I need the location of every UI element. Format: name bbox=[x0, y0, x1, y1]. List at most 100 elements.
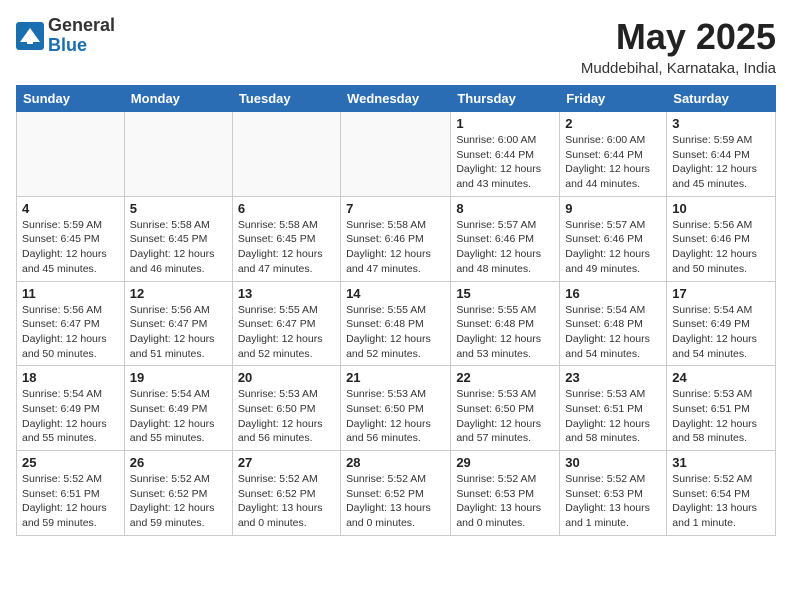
day-number: 23 bbox=[565, 370, 661, 385]
calendar-cell: 27 Sunrise: 5:52 AM Sunset: 6:52 PM Dayli… bbox=[232, 451, 340, 536]
calendar-cell: 16Sunrise: 5:54 AM Sunset: 6:48 PM Dayli… bbox=[560, 281, 667, 366]
day-info: Sunrise: 5:52 AM Sunset: 6:54 PM Dayligh… bbox=[672, 472, 770, 531]
day-info: Sunrise: 5:53 AM Sunset: 6:51 PM Dayligh… bbox=[565, 387, 661, 446]
week-row-1: 1Sunrise: 6:00 AM Sunset: 6:44 PM Daylig… bbox=[17, 112, 776, 197]
day-info: Sunrise: 5:53 AM Sunset: 6:50 PM Dayligh… bbox=[346, 387, 445, 446]
day-info: Sunrise: 5:57 AM Sunset: 6:46 PM Dayligh… bbox=[565, 218, 661, 277]
header-cell-sunday: Sunday bbox=[17, 86, 125, 112]
calendar-cell: 11 Sunrise: 5:56 AM Sunset: 6:47 PM Dayli… bbox=[17, 281, 125, 366]
day-number: 16 bbox=[565, 286, 661, 301]
day-info: Sunrise: 5:52 AM Sunset: 6:52 PM Dayligh… bbox=[130, 472, 227, 531]
day-info: Sunrise: 5:54 AM Sunset: 6:49 PM Dayligh… bbox=[130, 387, 227, 446]
header-cell-saturday: Saturday bbox=[667, 86, 776, 112]
calendar-cell: 23 Sunrise: 5:53 AM Sunset: 6:51 PM Dayli… bbox=[560, 366, 667, 451]
day-info: Sunrise: 6:00 AM Sunset: 6:44 PM Dayligh… bbox=[456, 133, 554, 192]
day-number: 21 bbox=[346, 370, 445, 385]
day-number: 12 bbox=[130, 286, 227, 301]
day-info: Sunrise: 5:54 AM Sunset: 6:49 PM Dayligh… bbox=[22, 387, 119, 446]
week-row-4: 18 Sunrise: 5:54 AM Sunset: 6:49 PM Dayli… bbox=[17, 366, 776, 451]
calendar-cell: 4Sunrise: 5:59 AM Sunset: 6:45 PM Daylig… bbox=[17, 196, 125, 281]
calendar-cell: 24Sunrise: 5:53 AM Sunset: 6:51 PM Dayli… bbox=[667, 366, 776, 451]
calendar-cell: 17 Sunrise: 5:54 AM Sunset: 6:49 PM Dayli… bbox=[667, 281, 776, 366]
calendar-cell: 9 Sunrise: 5:57 AM Sunset: 6:46 PM Daylig… bbox=[560, 196, 667, 281]
day-info: Sunrise: 5:55 AM Sunset: 6:48 PM Dayligh… bbox=[456, 303, 554, 362]
day-number: 19 bbox=[130, 370, 227, 385]
day-number: 31 bbox=[672, 455, 770, 470]
location: Muddebihal, Karnataka, India bbox=[581, 60, 776, 77]
day-number: 27 bbox=[238, 455, 335, 470]
header: General Blue May 2025 Muddebihal, Karnat… bbox=[16, 16, 776, 77]
day-number: 8 bbox=[456, 201, 554, 216]
day-info: Sunrise: 5:57 AM Sunset: 6:46 PM Dayligh… bbox=[456, 218, 554, 277]
logo-blue: Blue bbox=[48, 36, 115, 56]
day-info: Sunrise: 5:56 AM Sunset: 6:47 PM Dayligh… bbox=[22, 303, 119, 362]
calendar-cell: 1Sunrise: 6:00 AM Sunset: 6:44 PM Daylig… bbox=[451, 112, 560, 197]
calendar-body: 1Sunrise: 6:00 AM Sunset: 6:44 PM Daylig… bbox=[17, 112, 776, 536]
calendar-cell: 20 Sunrise: 5:53 AM Sunset: 6:50 PM Dayli… bbox=[232, 366, 340, 451]
week-row-5: 25 Sunrise: 5:52 AM Sunset: 6:51 PM Dayli… bbox=[17, 451, 776, 536]
logo-icon bbox=[16, 22, 44, 50]
calendar-cell: 28Sunrise: 5:52 AM Sunset: 6:52 PM Dayli… bbox=[341, 451, 451, 536]
day-info: Sunrise: 5:56 AM Sunset: 6:47 PM Dayligh… bbox=[130, 303, 227, 362]
day-info: Sunrise: 5:52 AM Sunset: 6:51 PM Dayligh… bbox=[22, 472, 119, 531]
calendar-header: SundayMondayTuesdayWednesdayThursdayFrid… bbox=[17, 86, 776, 112]
day-info: Sunrise: 5:52 AM Sunset: 6:53 PM Dayligh… bbox=[456, 472, 554, 531]
day-info: Sunrise: 5:53 AM Sunset: 6:51 PM Dayligh… bbox=[672, 387, 770, 446]
calendar-cell: 19 Sunrise: 5:54 AM Sunset: 6:49 PM Dayli… bbox=[124, 366, 232, 451]
day-info: Sunrise: 5:56 AM Sunset: 6:46 PM Dayligh… bbox=[672, 218, 770, 277]
day-info: Sunrise: 5:58 AM Sunset: 6:45 PM Dayligh… bbox=[238, 218, 335, 277]
day-number: 9 bbox=[565, 201, 661, 216]
calendar-cell: 13 Sunrise: 5:55 AM Sunset: 6:47 PM Dayli… bbox=[232, 281, 340, 366]
calendar-cell: 7Sunrise: 5:58 AM Sunset: 6:46 PM Daylig… bbox=[341, 196, 451, 281]
calendar-cell bbox=[124, 112, 232, 197]
calendar-cell: 22Sunrise: 5:53 AM Sunset: 6:50 PM Dayli… bbox=[451, 366, 560, 451]
day-info: Sunrise: 5:59 AM Sunset: 6:44 PM Dayligh… bbox=[672, 133, 770, 192]
day-number: 4 bbox=[22, 201, 119, 216]
day-number: 30 bbox=[565, 455, 661, 470]
header-row: SundayMondayTuesdayWednesdayThursdayFrid… bbox=[17, 86, 776, 112]
calendar-cell: 29 Sunrise: 5:52 AM Sunset: 6:53 PM Dayli… bbox=[451, 451, 560, 536]
calendar-cell: 25 Sunrise: 5:52 AM Sunset: 6:51 PM Dayli… bbox=[17, 451, 125, 536]
calendar-cell: 21 Sunrise: 5:53 AM Sunset: 6:50 PM Dayli… bbox=[341, 366, 451, 451]
day-number: 3 bbox=[672, 116, 770, 131]
calendar-cell bbox=[341, 112, 451, 197]
day-info: Sunrise: 5:55 AM Sunset: 6:47 PM Dayligh… bbox=[238, 303, 335, 362]
calendar: SundayMondayTuesdayWednesdayThursdayFrid… bbox=[16, 85, 776, 536]
day-number: 26 bbox=[130, 455, 227, 470]
calendar-cell: 30Sunrise: 5:52 AM Sunset: 6:53 PM Dayli… bbox=[560, 451, 667, 536]
calendar-cell bbox=[232, 112, 340, 197]
day-number: 11 bbox=[22, 286, 119, 301]
calendar-cell: 2Sunrise: 6:00 AM Sunset: 6:44 PM Daylig… bbox=[560, 112, 667, 197]
day-number: 15 bbox=[456, 286, 554, 301]
day-number: 25 bbox=[22, 455, 119, 470]
day-info: Sunrise: 5:58 AM Sunset: 6:45 PM Dayligh… bbox=[130, 218, 227, 277]
day-number: 13 bbox=[238, 286, 335, 301]
logo-text: General Blue bbox=[48, 16, 115, 56]
calendar-cell: 10 Sunrise: 5:56 AM Sunset: 6:46 PM Dayli… bbox=[667, 196, 776, 281]
header-cell-thursday: Thursday bbox=[451, 86, 560, 112]
calendar-cell: 3 Sunrise: 5:59 AM Sunset: 6:44 PM Daylig… bbox=[667, 112, 776, 197]
day-number: 29 bbox=[456, 455, 554, 470]
logo-general: General bbox=[48, 16, 115, 36]
day-number: 17 bbox=[672, 286, 770, 301]
calendar-cell: 31 Sunrise: 5:52 AM Sunset: 6:54 PM Dayli… bbox=[667, 451, 776, 536]
day-number: 18 bbox=[22, 370, 119, 385]
week-row-3: 11 Sunrise: 5:56 AM Sunset: 6:47 PM Dayli… bbox=[17, 281, 776, 366]
day-number: 2 bbox=[565, 116, 661, 131]
day-number: 6 bbox=[238, 201, 335, 216]
day-info: Sunrise: 5:52 AM Sunset: 6:52 PM Dayligh… bbox=[238, 472, 335, 531]
week-row-2: 4Sunrise: 5:59 AM Sunset: 6:45 PM Daylig… bbox=[17, 196, 776, 281]
day-number: 7 bbox=[346, 201, 445, 216]
calendar-cell: 18 Sunrise: 5:54 AM Sunset: 6:49 PM Dayli… bbox=[17, 366, 125, 451]
day-number: 10 bbox=[672, 201, 770, 216]
header-cell-tuesday: Tuesday bbox=[232, 86, 340, 112]
header-cell-friday: Friday bbox=[560, 86, 667, 112]
day-info: Sunrise: 5:54 AM Sunset: 6:49 PM Dayligh… bbox=[672, 303, 770, 362]
day-number: 20 bbox=[238, 370, 335, 385]
calendar-cell: 15 Sunrise: 5:55 AM Sunset: 6:48 PM Dayli… bbox=[451, 281, 560, 366]
day-number: 5 bbox=[130, 201, 227, 216]
calendar-cell bbox=[17, 112, 125, 197]
day-number: 14 bbox=[346, 286, 445, 301]
month-year: May 2025 bbox=[581, 16, 776, 58]
day-info: Sunrise: 5:53 AM Sunset: 6:50 PM Dayligh… bbox=[238, 387, 335, 446]
